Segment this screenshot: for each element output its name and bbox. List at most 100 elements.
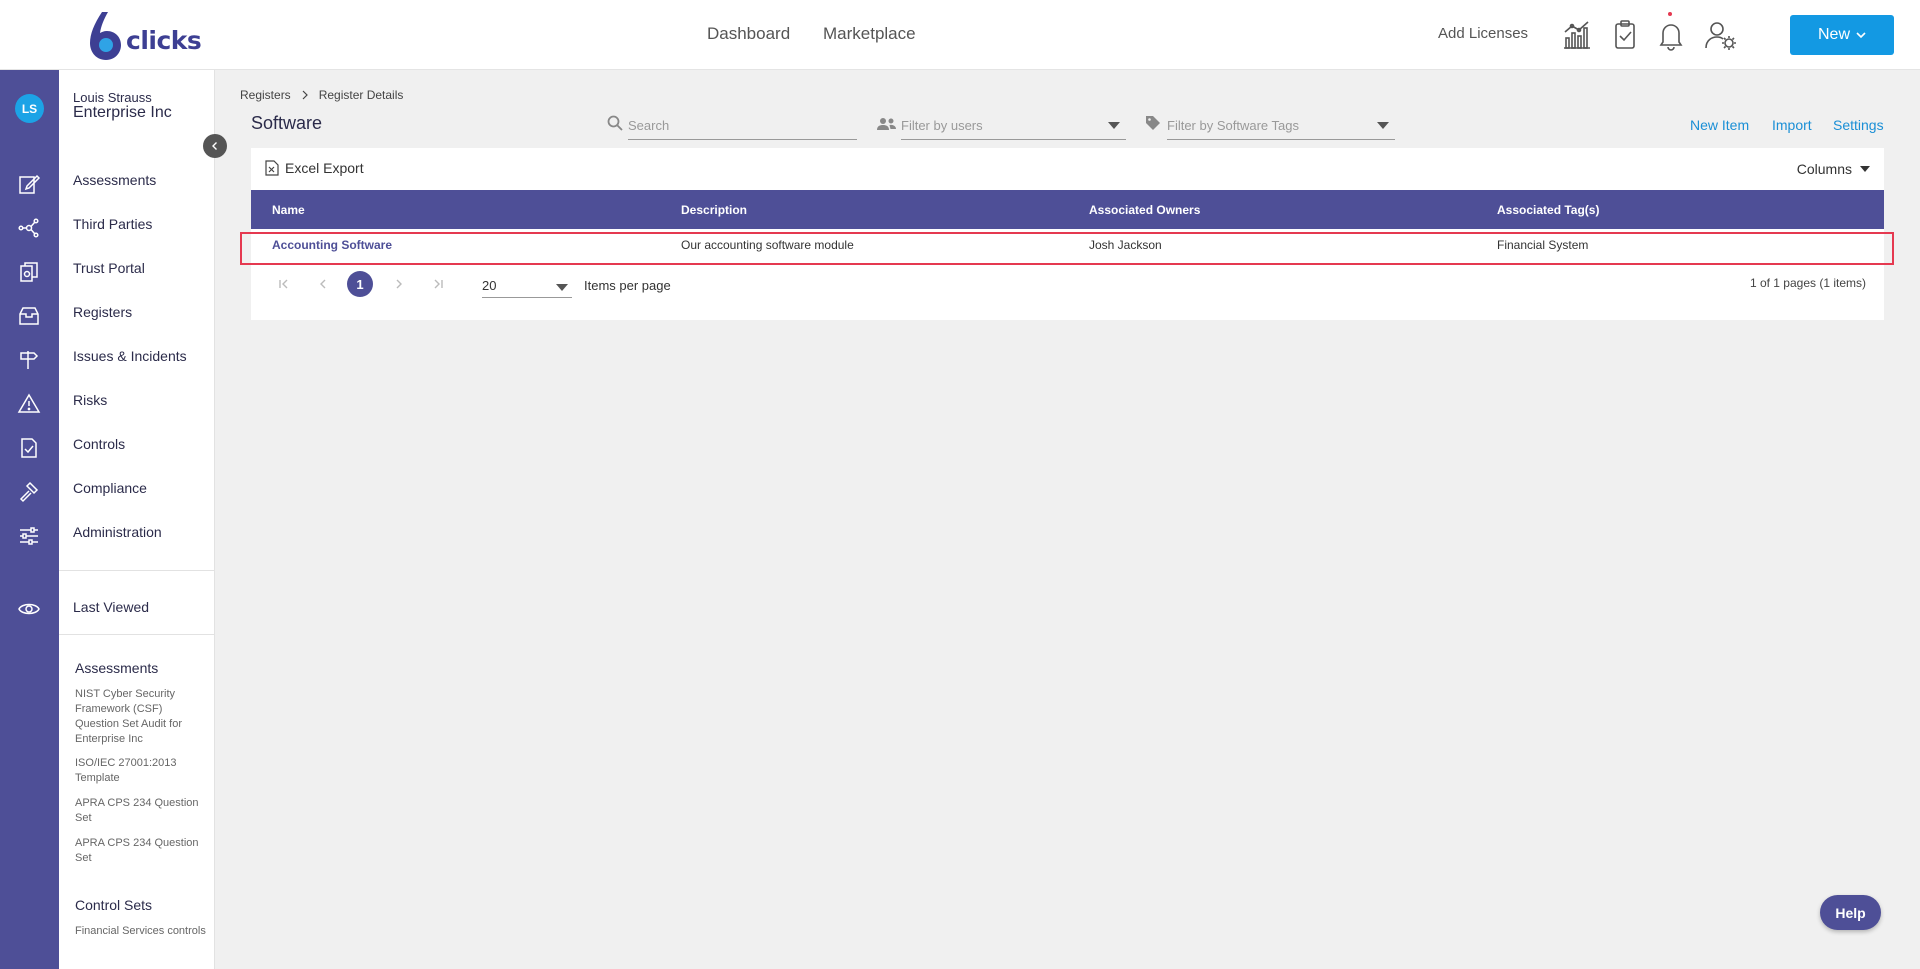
sidebar-item-controls[interactable]: Controls [73,436,125,452]
chevron-left-icon [212,142,217,150]
next-page-icon[interactable] [393,278,405,290]
warning-icon[interactable] [17,392,41,416]
sidebar-item-third-parties[interactable]: Third Parties [73,216,152,232]
caret-down-icon [1377,122,1389,129]
recent-item[interactable]: APRA CPS 234 Question Set [75,836,209,866]
caret-down-icon [1108,122,1120,129]
edit-icon[interactable] [17,172,41,196]
table-row[interactable]: Accounting Software Our accounting softw… [251,229,1884,260]
chevron-down-icon [1856,32,1866,39]
tag-icon [1146,116,1160,130]
filter-tags-dropdown[interactable]: Filter by Software Tags [1167,112,1395,140]
pager-info: 1 of 1 pages (1 items) [1749,276,1866,290]
sidebar-item-assessments[interactable]: Assessments [73,172,156,188]
side-menu: Louis Strauss Enterprise Inc Assessments… [59,70,215,969]
users-icon [877,118,896,130]
sidebar-item-administration[interactable]: Administration [73,524,162,540]
page-size-select[interactable]: 20 [482,272,572,298]
network-icon[interactable] [17,216,41,240]
search-placeholder: Search [628,118,670,133]
recent-section-title: Assessments [75,660,159,676]
column-header-description[interactable]: Description [681,203,747,217]
excel-export-button[interactable]: Excel Export [265,160,364,176]
previous-page-icon[interactable] [317,278,329,290]
gavel-icon[interactable] [17,480,41,504]
excel-file-icon [265,160,279,176]
user-name: Louis Strauss [73,90,152,105]
sidebar-item-compliance[interactable]: Compliance [73,480,147,496]
user-settings-icon[interactable] [1704,18,1738,52]
new-button[interactable]: New [1790,15,1894,55]
avatar[interactable]: LS [15,94,44,123]
nav-dashboard[interactable]: Dashboard [707,24,790,44]
top-header: clicks Dashboard Marketplace Add License… [0,0,1920,70]
recent-item[interactable]: ISO/IEC 27001:2013 Template [75,756,209,786]
grid-toolbar: Excel Export Columns [251,148,1884,190]
caret-down-icon [556,284,568,291]
clipboard-check-icon[interactable] [1608,18,1642,52]
sidebar-item-issues-incidents[interactable]: Issues & Incidents [73,348,187,364]
excel-export-label: Excel Export [285,160,364,176]
breadcrumb-registers[interactable]: Registers [240,88,291,102]
collapse-sidebar-button[interactable] [203,134,227,158]
documents-icon[interactable] [17,260,41,284]
add-licenses-link[interactable]: Add Licenses [1438,25,1528,42]
search-icon [607,115,623,131]
logo-text: clicks [126,26,202,55]
first-page-icon[interactable] [278,278,290,290]
filter-users-dropdown[interactable]: Filter by users [901,112,1126,140]
columns-button[interactable]: Columns [1797,161,1870,177]
register-grid: Excel Export Columns Name Description As… [251,148,1884,320]
page-title: Software [251,113,323,133]
app-logo[interactable]: clicks [86,10,202,62]
search-input[interactable]: Search [628,112,857,140]
caret-down-icon [1860,166,1870,172]
six-logo-icon [90,12,121,60]
new-button-label: New [1817,26,1850,43]
icon-rail: LS [0,70,59,969]
last-page-icon[interactable] [432,278,444,290]
sidebar-item-last-viewed[interactable]: Last Viewed [73,599,149,615]
cell-owners: Josh Jackson [1089,238,1162,252]
items-per-page-label: Items per page [584,278,671,293]
new-item-link[interactable]: New Item [1690,117,1749,133]
column-header-tags[interactable]: Associated Tag(s) [1497,203,1599,217]
sidebar-item-trust-portal[interactable]: Trust Portal [73,260,145,276]
help-button[interactable]: Help [1820,895,1881,930]
table-header: Name Description Associated Owners Assoc… [251,190,1884,229]
breadcrumb-register-details: Register Details [318,88,404,102]
recent-item[interactable]: APRA CPS 234 Question Set [75,796,209,826]
analytics-chart-icon[interactable] [1560,18,1594,52]
menu-divider [59,570,215,571]
recent-item[interactable]: NIST Cyber Security Framework (CSF) Ques… [75,687,209,747]
filter-tags-placeholder: Filter by Software Tags [1167,118,1299,133]
sidebar-item-registers[interactable]: Registers [73,304,132,320]
page-number-current[interactable]: 1 [347,271,373,297]
sidebar-item-risks[interactable]: Risks [73,392,107,408]
cell-description: Our accounting software module [681,238,854,252]
checklist-icon[interactable] [17,436,41,460]
column-header-owners[interactable]: Associated Owners [1089,203,1200,217]
page-size-value: 20 [482,278,497,293]
signpost-icon[interactable] [17,348,41,372]
recent-section-title: Control Sets [75,897,153,913]
bell-icon[interactable] [1654,18,1688,52]
chevron-right-icon [302,90,308,100]
recent-item[interactable]: Financial Services controls [75,924,209,939]
notification-dot [1668,12,1672,16]
org-name[interactable]: Enterprise Inc [73,104,172,122]
columns-label: Columns [1796,161,1852,177]
import-link[interactable]: Import [1772,117,1812,133]
menu-divider [59,634,215,635]
nav-marketplace[interactable]: Marketplace [823,24,916,44]
cell-name-link[interactable]: Accounting Software [272,238,392,252]
settings-link[interactable]: Settings [1833,117,1884,133]
pager: 1 20 Items per page 1 of 1 pages (1 item… [251,260,1884,310]
filter-users-placeholder: Filter by users [901,118,983,133]
sliders-icon[interactable] [17,524,41,548]
column-header-name[interactable]: Name [272,203,305,217]
eye-icon[interactable] [17,597,41,621]
breadcrumb: Registers Register Details [240,88,403,102]
cell-tags: Financial System [1497,238,1589,252]
inbox-icon[interactable] [17,304,41,328]
